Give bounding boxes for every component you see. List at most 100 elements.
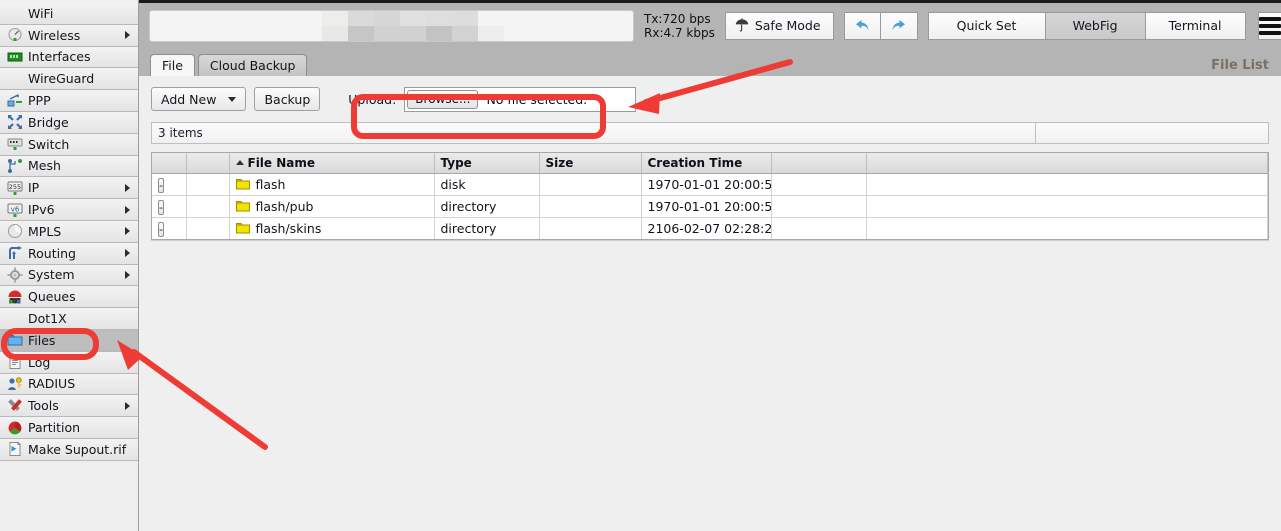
traffic-rate: Tx:720 bps Rx:4.7 kbps xyxy=(644,12,715,40)
sidebar-item-system[interactable]: System xyxy=(0,264,138,287)
sidebar-item-ppp[interactable]: PPP xyxy=(0,90,138,112)
row-file-name-cell[interactable]: flash xyxy=(229,173,435,196)
table-row[interactable]: - flash/pub directory 1970-01-01 20:00:55 xyxy=(152,195,1268,218)
sidebar-item-mesh[interactable]: Mesh xyxy=(0,155,138,178)
sidebar-item-queues[interactable]: Queues xyxy=(0,286,138,309)
col-header-size[interactable]: Size xyxy=(539,153,642,174)
sidebar-item-wireguard[interactable]: WireGuard xyxy=(0,68,138,91)
sidebar-item-partition[interactable]: Partition xyxy=(0,417,138,439)
tab-file[interactable]: File xyxy=(150,54,195,76)
col-header-creation-time[interactable]: Creation Time xyxy=(641,153,772,174)
row-expander-cell[interactable]: - xyxy=(152,217,187,239)
sidebar-item-label: WireGuard xyxy=(28,71,95,87)
file-toolbar: Add New Backup Upload: Browse... No file… xyxy=(139,76,1281,122)
table-row[interactable]: - flash/skins directory 2106-02-07 02:28:23 xyxy=(152,217,1268,239)
sidebar-item-switch[interactable]: Switch xyxy=(0,133,138,156)
wireless-icon xyxy=(8,28,22,42)
tab-strip: File Cloud Backup File List xyxy=(139,48,1281,76)
supout-icon xyxy=(9,441,22,457)
switch-icon xyxy=(7,136,23,152)
svg-text:255: 255 xyxy=(9,183,21,191)
safe-mode-button[interactable]: Safe Mode xyxy=(724,11,834,40)
sidebar-item-label: RADIUS xyxy=(28,376,76,392)
upload-file-input[interactable]: Browse... No file selected. xyxy=(404,86,637,112)
sidebar-item-bridge[interactable]: Bridge xyxy=(0,111,138,134)
col-header-extra-1[interactable] xyxy=(771,153,867,174)
bridge-icon xyxy=(7,114,23,130)
chevron-right-icon xyxy=(125,401,130,410)
ppp-icon xyxy=(7,93,22,107)
sidebar-item-label: Routing xyxy=(28,245,76,261)
sidebar-item-make-supout-rif[interactable]: Make Supout.rif xyxy=(0,438,138,461)
rx-rate: Rx:4.7 kbps xyxy=(644,25,715,40)
col-header-type[interactable]: Type xyxy=(434,153,540,174)
tab-webfig[interactable]: WebFig xyxy=(1045,11,1146,40)
redo-button[interactable] xyxy=(880,11,918,40)
sidebar-item-label: Make Supout.rif xyxy=(28,441,127,457)
collapse-button[interactable]: - xyxy=(158,221,164,237)
undo-icon xyxy=(855,20,869,30)
row-type-cell: disk xyxy=(434,173,540,196)
collapse-button[interactable]: - xyxy=(158,199,164,215)
undo-button[interactable] xyxy=(843,11,881,40)
supout-icon xyxy=(7,441,23,457)
row-size-cell xyxy=(539,195,642,218)
collapse-button[interactable]: - xyxy=(158,177,164,193)
sidebar-item-files[interactable]: Files xyxy=(0,329,138,352)
sidebar-item-radius[interactable]: RADIUS xyxy=(0,373,138,396)
row-extra-1-cell xyxy=(771,173,867,196)
sidebar-item-mpls[interactable]: MPLS xyxy=(0,220,138,243)
sidebar-item-label: PPP xyxy=(28,93,51,109)
add-new-label: Add New xyxy=(161,91,217,107)
sidebar-item-routing[interactable]: Routing xyxy=(0,242,138,265)
chevron-right-icon xyxy=(125,31,130,40)
sidebar-item-label: Queues xyxy=(28,289,76,305)
mesh-icon xyxy=(8,158,22,173)
bridge-icon xyxy=(8,115,22,130)
row-extra-1-cell xyxy=(771,217,867,239)
sidebar-item-label: IP xyxy=(28,180,40,196)
sidebar-item-wifi[interactable]: WiFi xyxy=(0,3,138,25)
file-table: File Name Type Size Creation Time - flash… xyxy=(152,153,1268,239)
sidebar-item-dot1x[interactable]: Dot1X xyxy=(0,308,138,330)
sidebar-item-interfaces[interactable]: Interfaces xyxy=(0,46,138,69)
sidebar-item-tools[interactable]: Tools xyxy=(0,395,138,418)
sidebar-item-wireless[interactable]: Wireless xyxy=(0,24,138,47)
col-header-size-label: Size xyxy=(545,155,574,170)
row-type-cell: directory xyxy=(434,217,540,239)
row-creation-time-cell: 1970-01-01 20:00:55 xyxy=(641,173,772,196)
safe-mode-group: Safe Mode xyxy=(724,11,834,40)
mesh-icon xyxy=(7,158,23,174)
svg-text:v6: v6 xyxy=(11,205,20,213)
sidebar-item-label: Bridge xyxy=(28,114,69,130)
partition-icon xyxy=(7,420,23,436)
row-file-name-cell[interactable]: flash/pub xyxy=(229,195,435,218)
tab-cloud-backup[interactable]: Cloud Backup xyxy=(197,54,308,76)
menu-button[interactable] xyxy=(1257,11,1281,40)
ipv6-icon: v6 xyxy=(7,202,23,218)
umbrella-icon xyxy=(735,18,749,32)
col-header-extra-2[interactable] xyxy=(866,153,1268,174)
row-expander-cell[interactable]: - xyxy=(152,195,187,218)
browse-button[interactable]: Browse... xyxy=(407,89,479,109)
col-header-file-name[interactable]: File Name xyxy=(229,153,435,174)
backup-button[interactable]: Backup xyxy=(254,87,321,111)
item-count-bar-filter-cell[interactable] xyxy=(1035,123,1268,143)
sidebar-item-ipv6[interactable]: v6 IPv6 xyxy=(0,199,138,221)
sidebar-item-label: Switch xyxy=(28,136,70,152)
sidebar-item-log[interactable]: Log xyxy=(0,351,138,374)
wireless-icon xyxy=(7,27,23,43)
files-icon xyxy=(7,332,23,348)
folder-icon xyxy=(235,179,250,190)
add-new-button[interactable]: Add New xyxy=(151,87,247,111)
address-input[interactable] xyxy=(149,9,634,42)
table-row[interactable]: - flash disk 1970-01-01 20:00:55 xyxy=(152,173,1268,196)
row-expander-cell[interactable]: - xyxy=(152,173,187,196)
routing-icon xyxy=(7,245,23,261)
col-header-expander[interactable] xyxy=(152,153,187,174)
tab-quick-set[interactable]: Quick Set xyxy=(927,11,1046,40)
col-header-icon[interactable] xyxy=(186,153,230,174)
tab-terminal[interactable]: Terminal xyxy=(1145,11,1246,40)
sidebar-item-ip[interactable]: 255 IP xyxy=(0,177,138,200)
row-file-name-cell[interactable]: flash/skins xyxy=(229,217,435,239)
